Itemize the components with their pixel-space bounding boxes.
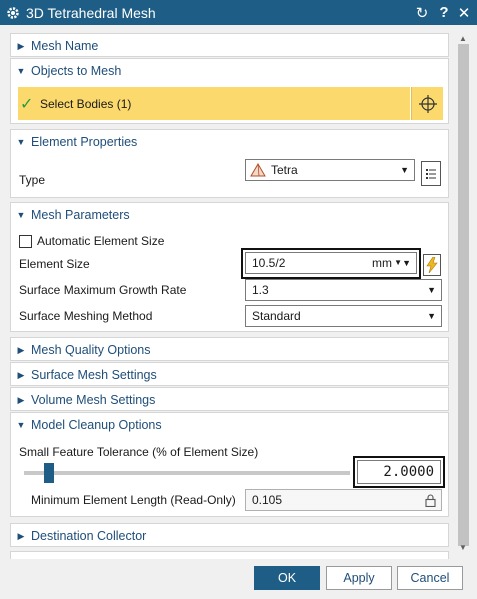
chevron-down-icon[interactable]: ▼: [402, 258, 411, 268]
dialog-footer: OK Apply Cancel: [0, 559, 477, 599]
auto-element-size-checkbox[interactable]: [19, 235, 32, 248]
section-header[interactable]: ▶ Mesh Quality Options: [11, 338, 448, 362]
tolerance-slider[interactable]: [24, 463, 350, 483]
section-title: Mesh Quality Options: [31, 343, 151, 357]
help-icon[interactable]: ?: [433, 0, 455, 25]
tolerance-label: Small Feature Tolerance (% of Element Si…: [19, 445, 259, 459]
select-bodies-label: Select Bodies (1): [40, 96, 132, 111]
growth-rate-value: 1.3: [252, 283, 269, 297]
tolerance-value: 2.0000: [383, 464, 434, 480]
scroll-down-icon[interactable]: ▼: [459, 543, 467, 552]
section-title: Element Properties: [31, 135, 138, 149]
vertical-scrollbar[interactable]: ▲ ▼: [455, 28, 472, 559]
section-title: Mesh Parameters: [31, 208, 130, 222]
auto-element-size-label: Automatic Element Size: [37, 234, 165, 248]
element-size-input[interactable]: 10.5/2 mm ▼ ▼: [245, 252, 417, 274]
meshing-method-dropdown[interactable]: Standard ▼: [245, 305, 442, 327]
scroll-up-icon[interactable]: ▲: [459, 34, 467, 43]
section-header[interactable]: ▼ Model Cleanup Options: [11, 413, 448, 437]
tolerance-input[interactable]: 2.0000: [357, 460, 441, 484]
section-header[interactable]: ▼ Objects to Mesh: [11, 59, 448, 83]
section-volume-mesh: ▶ Volume Mesh Settings: [10, 387, 449, 411]
type-dropdown[interactable]: Tetra ▼: [245, 159, 415, 181]
section-header[interactable]: ▶ Surface Mesh Settings: [11, 363, 448, 387]
window-title: 3D Tetrahedral Mesh: [26, 4, 156, 21]
dialog-body: ▶ Mesh Name ▼ Objects to Mesh ✓ Select B…: [0, 25, 477, 559]
expand-arrow-icon: ▶: [17, 394, 25, 405]
section-objects-to-mesh: ▼ Objects to Mesh ✓ Select Bodies (1): [10, 58, 449, 124]
chevron-down-icon: ▼: [427, 311, 436, 321]
section-mesh-name: ▶ Mesh Name: [10, 33, 449, 57]
element-size-value: 10.5/2: [252, 256, 286, 270]
unit-caret-icon[interactable]: ▼: [394, 258, 402, 267]
lightning-icon: [426, 257, 438, 273]
collapse-arrow-icon: ▼: [16, 137, 26, 147]
section-model-cleanup: ▼ Model Cleanup Options Small Feature To…: [10, 412, 449, 517]
chevron-down-icon: ▼: [427, 285, 436, 295]
expand-arrow-icon: ▶: [17, 369, 25, 380]
element-size-label: Element Size: [19, 257, 90, 271]
section-mesh-quality: ▶ Mesh Quality Options: [10, 337, 449, 361]
section-header[interactable]: ▼ Element Properties: [11, 130, 448, 154]
gear-icon[interactable]: [0, 6, 22, 20]
section-title: Model Cleanup Options: [31, 418, 162, 432]
expand-arrow-icon: ▶: [17, 40, 25, 51]
meshing-method-value: Standard: [252, 309, 301, 323]
collapse-arrow-icon: ▼: [16, 420, 26, 430]
section-destination: ▶ Destination Collector: [10, 523, 449, 547]
apply-button[interactable]: Apply: [326, 566, 392, 590]
collapse-arrow-icon: ▼: [16, 210, 26, 220]
collapse-arrow-icon: ▼: [16, 66, 26, 76]
section-partially-hidden: [10, 551, 449, 559]
close-icon[interactable]: ✕: [455, 0, 477, 25]
title-bar: 3D Tetrahedral Mesh ↻ ? ✕: [0, 0, 477, 25]
section-title: Objects to Mesh: [31, 64, 122, 78]
check-icon: ✓: [20, 95, 34, 113]
expand-arrow-icon: ▶: [17, 344, 25, 355]
reset-icon[interactable]: ↻: [411, 0, 433, 25]
section-title: Volume Mesh Settings: [31, 393, 156, 407]
section-mesh-parameters: ▼ Mesh Parameters Automatic Element Size…: [10, 202, 449, 332]
section-header[interactable]: ▶ Mesh Name: [11, 34, 448, 58]
select-object-button[interactable]: [411, 87, 443, 120]
section-header[interactable]: ▶ Volume Mesh Settings: [11, 388, 448, 412]
min-element-length-label: Minimum Element Length (Read-Only): [31, 493, 236, 507]
element-type-list-button[interactable]: [421, 161, 441, 186]
section-title: Destination Collector: [31, 529, 147, 543]
type-value: Tetra: [271, 163, 298, 177]
scrollbar-thumb[interactable]: [458, 44, 469, 546]
section-header[interactable]: ▼ Mesh Parameters: [11, 203, 448, 227]
ok-button[interactable]: OK: [254, 566, 320, 590]
expand-arrow-icon: ▶: [17, 530, 25, 541]
section-title: Mesh Name: [31, 39, 99, 53]
section-surface-mesh: ▶ Surface Mesh Settings: [10, 362, 449, 386]
growth-rate-dropdown[interactable]: 1.3 ▼: [245, 279, 442, 301]
chevron-down-icon: ▼: [400, 165, 409, 175]
select-bodies-row[interactable]: ✓ Select Bodies (1): [18, 87, 410, 120]
list-icon: [426, 168, 436, 179]
section-title: Surface Mesh Settings: [31, 368, 157, 382]
auto-size-button[interactable]: [423, 254, 441, 276]
element-size-unit[interactable]: mm: [372, 256, 392, 270]
type-label: Type: [19, 173, 46, 187]
cancel-button[interactable]: Cancel: [397, 566, 463, 590]
section-header[interactable]: ▶ Destination Collector: [11, 524, 448, 548]
lock-icon: [425, 494, 436, 507]
meshing-method-label: Surface Meshing Method: [19, 309, 153, 323]
tetra-icon: [250, 163, 266, 177]
growth-rate-label: Surface Maximum Growth Rate: [19, 283, 187, 297]
section-element-properties: ▼ Element Properties Type Tetra ▼: [10, 129, 449, 198]
crosshair-icon: [418, 94, 437, 113]
min-element-length-value: 0.105: [252, 493, 283, 507]
min-element-length-field: 0.105: [245, 489, 442, 511]
tolerance-slider-thumb[interactable]: [43, 463, 54, 483]
